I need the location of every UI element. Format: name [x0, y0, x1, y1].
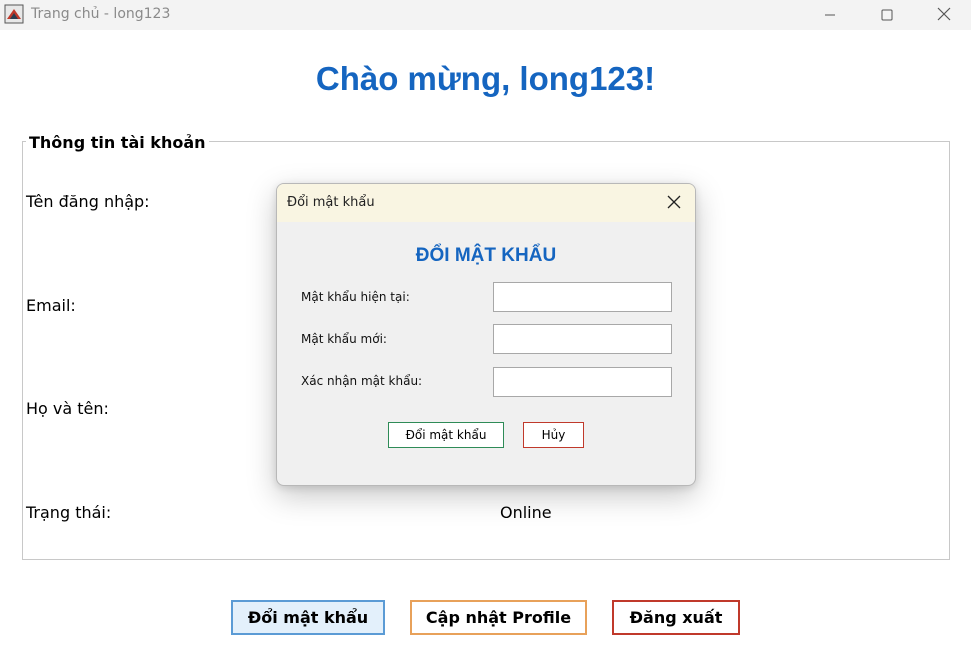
new-password-input[interactable]: [493, 324, 672, 354]
email-label: Email:: [26, 296, 76, 315]
window-title: Trang chủ - long123: [31, 6, 171, 22]
dialog-cancel-button[interactable]: Hủy: [523, 422, 584, 448]
account-info-legend: Thông tin tài khoản: [26, 133, 209, 152]
dialog-titlebar: Đổi mật khẩu: [277, 184, 695, 222]
dialog-close-button[interactable]: [661, 190, 687, 216]
maximize-button[interactable]: [864, 0, 910, 30]
window-close-button[interactable]: [921, 0, 967, 30]
dialog-heading: ĐỔI MẬT KHẨU: [415, 245, 557, 266]
dialog-submit-button[interactable]: Đổi mật khẩu: [388, 422, 504, 448]
username-label: Tên đăng nhập:: [26, 192, 150, 211]
maximize-icon: [881, 6, 893, 25]
status-value: Online: [500, 503, 552, 522]
fullname-label: Họ và tên:: [26, 399, 109, 418]
new-password-label: Mật khẩu mới:: [301, 332, 387, 346]
current-password-input[interactable]: [493, 282, 672, 312]
minimize-icon: [824, 6, 836, 25]
welcome-heading: Chào mừng, long123!: [315, 60, 656, 97]
dialog-title: Đổi mật khẩu: [287, 195, 375, 210]
change-password-dialog: Đổi mật khẩu ĐỔI MẬT KHẨU Mật khẩu hiện …: [276, 183, 696, 486]
current-password-label: Mật khẩu hiện tại:: [301, 290, 410, 304]
minimize-button[interactable]: [807, 0, 853, 30]
close-icon: [937, 6, 951, 25]
change-password-button[interactable]: Đổi mật khẩu: [231, 600, 385, 635]
logout-button[interactable]: Đăng xuất: [612, 600, 740, 635]
close-icon: [667, 194, 681, 213]
confirm-password-label: Xác nhận mật khẩu:: [301, 374, 423, 388]
status-label: Trạng thái:: [26, 503, 112, 522]
java-app-icon: [4, 4, 24, 24]
confirm-password-input[interactable]: [493, 367, 672, 397]
window-titlebar: Trang chủ - long123: [0, 0, 971, 30]
update-profile-button[interactable]: Cập nhật Profile: [410, 600, 587, 635]
